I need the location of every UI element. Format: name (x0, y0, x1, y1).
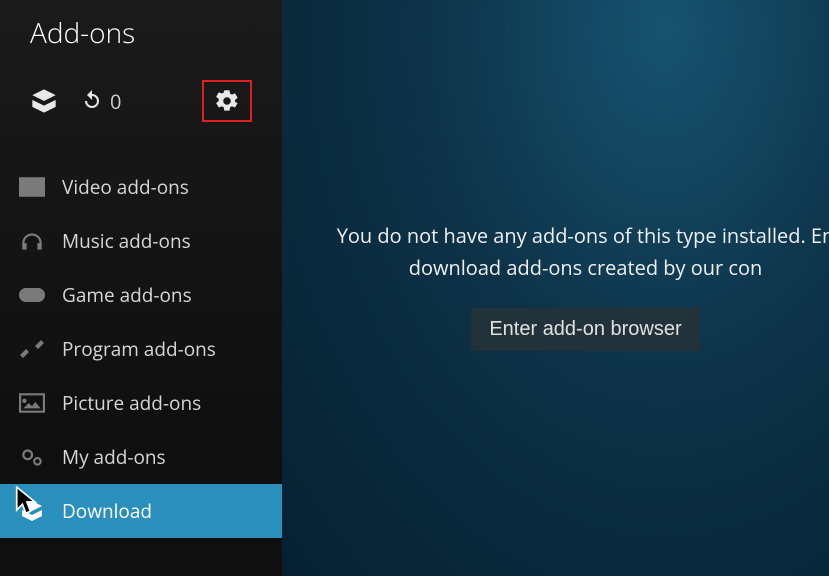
sidebar-item-label: Music add-ons (62, 228, 191, 254)
gamepad-icon (18, 283, 46, 307)
sidebar-item-program-addons[interactable]: Program add-ons (0, 322, 282, 376)
message-line: download add-ons created by our con (409, 254, 763, 281)
sidebar-item-label: Picture add-ons (62, 390, 201, 416)
sidebar-item-label: Program add-ons (62, 336, 216, 362)
headphones-icon (18, 229, 46, 253)
sidebar-item-game-addons[interactable]: Game add-ons (0, 268, 282, 322)
content-area: You do not have any add-ons of this type… (282, 0, 829, 576)
open-box-icon (18, 499, 46, 523)
sidebar: Add-ons 0 Video add-ons (0, 0, 282, 576)
gear-icon (214, 88, 240, 114)
sidebar-menu: Video add-ons Music add-ons Game add-ons… (0, 160, 282, 538)
sidebar-item-video-addons[interactable]: Video add-ons (0, 160, 282, 214)
sidebar-item-label: My add-ons (62, 444, 166, 470)
sidebar-item-label: Video add-ons (62, 174, 189, 200)
gears-icon (18, 445, 46, 469)
film-icon (18, 175, 46, 199)
sidebar-item-label: Download (62, 498, 152, 524)
open-box-icon[interactable] (30, 87, 58, 115)
message-line: You do not have any add-ons of this type… (337, 222, 829, 249)
picture-icon (18, 391, 46, 415)
page-title: Add-ons (0, 0, 282, 62)
sidebar-toolbar: 0 (0, 62, 282, 152)
enter-addon-browser-button[interactable]: Enter add-on browser (471, 308, 699, 351)
sidebar-item-my-addons[interactable]: My add-ons (0, 430, 282, 484)
tools-icon (18, 337, 46, 361)
refresh-icon (80, 89, 104, 113)
empty-state-message: You do not have any add-ons of this type… (337, 220, 829, 284)
sidebar-item-label: Game add-ons (62, 282, 192, 308)
refresh-count: 0 (110, 88, 121, 115)
settings-button-highlighted[interactable] (202, 80, 252, 122)
refresh-button[interactable]: 0 (80, 88, 121, 115)
sidebar-item-picture-addons[interactable]: Picture add-ons (0, 376, 282, 430)
sidebar-item-music-addons[interactable]: Music add-ons (0, 214, 282, 268)
sidebar-item-download[interactable]: Download (0, 484, 282, 538)
